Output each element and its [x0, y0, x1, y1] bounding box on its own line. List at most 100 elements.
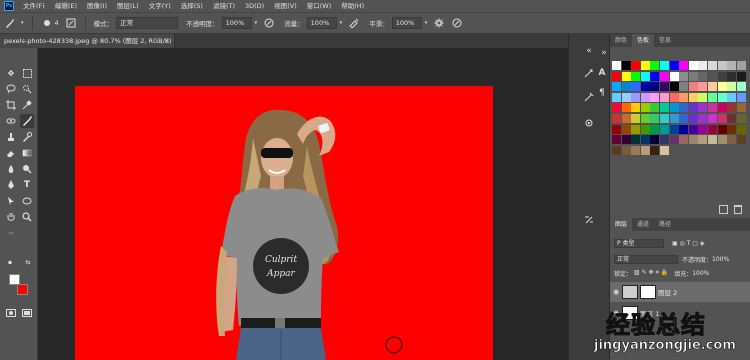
- menu-window[interactable]: 窗口(W): [302, 0, 337, 12]
- pressure-opacity-icon[interactable]: [262, 16, 276, 30]
- character-panel-icon[interactable]: A: [595, 66, 609, 80]
- color-swatch[interactable]: [736, 114, 746, 123]
- color-swatch[interactable]: [631, 135, 641, 145]
- brush-tool-icon[interactable]: [20, 114, 34, 128]
- color-swatch[interactable]: [612, 124, 621, 134]
- color-swatch[interactable]: [612, 135, 621, 145]
- color-swatch[interactable]: [631, 71, 641, 81]
- path-selection-tool-icon[interactable]: [4, 194, 18, 208]
- color-swatch[interactable]: [708, 82, 717, 92]
- mode-select[interactable]: 正常: [116, 17, 179, 29]
- color-swatch[interactable]: [688, 82, 698, 92]
- brush-tool-icon[interactable]: [2, 16, 16, 30]
- history-panel-icon[interactable]: [582, 66, 596, 80]
- color-swatch[interactable]: [612, 61, 621, 70]
- menu-type[interactable]: 文字(Y): [144, 0, 176, 12]
- color-swatch[interactable]: [736, 135, 746, 145]
- color-swatch[interactable]: [669, 103, 679, 113]
- color-swatch[interactable]: [727, 124, 737, 134]
- color-swatch[interactable]: [679, 82, 689, 92]
- color-swatch[interactable]: [621, 135, 631, 145]
- new-swatch-icon[interactable]: [719, 205, 728, 214]
- color-swatch[interactable]: [688, 61, 698, 70]
- color-swatch[interactable]: [679, 114, 689, 123]
- color-swatch[interactable]: [650, 82, 660, 92]
- color-swatch[interactable]: [640, 92, 650, 102]
- color-swatch[interactable]: [650, 61, 660, 70]
- eraser-tool-icon[interactable]: [4, 146, 18, 160]
- color-swatch[interactable]: [736, 71, 746, 81]
- color-swatch[interactable]: [631, 82, 641, 92]
- color-swatch[interactable]: [631, 145, 641, 155]
- tab-swatches[interactable]: 色板: [632, 34, 655, 47]
- tab-paths[interactable]: 路径: [654, 218, 676, 231]
- menu-file[interactable]: 文件(F): [18, 0, 50, 12]
- color-swatch[interactable]: [717, 124, 727, 134]
- expand-arrows-icon[interactable]: »: [597, 46, 611, 60]
- background-color-swatch[interactable]: [17, 284, 28, 295]
- color-swatch[interactable]: [621, 103, 631, 113]
- color-swatch[interactable]: [669, 92, 679, 102]
- color-swatch[interactable]: [650, 135, 660, 145]
- color-swatch[interactable]: [660, 145, 669, 155]
- color-swatch[interactable]: [612, 92, 621, 102]
- color-swatch[interactable]: [736, 124, 746, 134]
- color-swatch[interactable]: [727, 71, 737, 81]
- color-swatch[interactable]: [698, 82, 708, 92]
- color-swatch[interactable]: [708, 61, 717, 70]
- foreground-color-swatch[interactable]: [9, 274, 20, 285]
- tab-color[interactable]: 颜色: [610, 34, 632, 47]
- menu-help[interactable]: 帮助(H): [336, 0, 369, 12]
- color-swatch[interactable]: [660, 124, 669, 134]
- color-swatch[interactable]: [679, 124, 689, 134]
- ellipse-tool-icon[interactable]: [20, 194, 34, 208]
- color-swatch[interactable]: [727, 92, 737, 102]
- color-swatch[interactable]: [660, 114, 669, 123]
- layer-row[interactable]: ◉ 图层 2: [610, 282, 750, 302]
- tab-channels[interactable]: 通道: [632, 218, 654, 231]
- lock-icons[interactable]: ▨ ✎ ✥ ⌗ 🔒: [634, 269, 668, 277]
- color-swatch[interactable]: [650, 71, 660, 81]
- screen-mode-icon[interactable]: [20, 306, 34, 320]
- color-swatch[interactable]: [621, 124, 631, 134]
- menu-3d[interactable]: 3D(D): [240, 0, 269, 12]
- color-swatch[interactable]: [669, 124, 679, 134]
- color-swatch[interactable]: [688, 92, 698, 102]
- color-swatch[interactable]: [612, 82, 621, 92]
- color-swatch[interactable]: [736, 92, 746, 102]
- color-swatch[interactable]: [640, 114, 650, 123]
- color-swatch[interactable]: [688, 124, 698, 134]
- color-swatch[interactable]: [631, 103, 641, 113]
- flow-input[interactable]: 100%: [306, 17, 337, 29]
- color-swatch[interactable]: [621, 61, 631, 70]
- eyedropper-tool-icon[interactable]: [20, 98, 34, 112]
- color-swatch[interactable]: [727, 114, 737, 123]
- color-swatch[interactable]: [698, 92, 708, 102]
- color-swatch[interactable]: [669, 61, 679, 70]
- color-swatch[interactable]: [650, 145, 660, 155]
- crop-tool-icon[interactable]: [4, 98, 18, 112]
- color-swatch[interactable]: [631, 61, 641, 70]
- quick-mask-icon[interactable]: [4, 306, 18, 320]
- pressure-size-icon[interactable]: [450, 16, 464, 30]
- color-swatch[interactable]: [688, 114, 698, 123]
- collapse-arrows-icon[interactable]: «: [582, 44, 596, 58]
- settings-gear-icon[interactable]: [432, 16, 446, 30]
- color-swatch[interactable]: [631, 124, 641, 134]
- color-swatch[interactable]: [717, 114, 727, 123]
- color-swatch[interactable]: [736, 103, 746, 113]
- actions-panel-icon[interactable]: [582, 116, 596, 130]
- swap-colors-icon[interactable]: ⇆: [24, 258, 32, 266]
- smoothing-input[interactable]: 100%: [391, 17, 422, 29]
- brush-panel-icon[interactable]: [64, 16, 78, 30]
- color-swatch[interactable]: [660, 61, 669, 70]
- color-swatch[interactable]: [708, 114, 717, 123]
- brush-preset-icon[interactable]: [40, 16, 54, 30]
- color-swatch[interactable]: [669, 71, 679, 81]
- opacity-dropdown-arrow[interactable]: ▾: [255, 20, 258, 26]
- lasso-tool-icon[interactable]: [4, 82, 18, 96]
- menu-filter[interactable]: 滤镜(T): [208, 0, 240, 12]
- flow-dropdown-arrow[interactable]: ▾: [340, 20, 343, 26]
- smoothing-dropdown-arrow[interactable]: ▾: [425, 20, 428, 26]
- color-swatch[interactable]: [669, 135, 679, 145]
